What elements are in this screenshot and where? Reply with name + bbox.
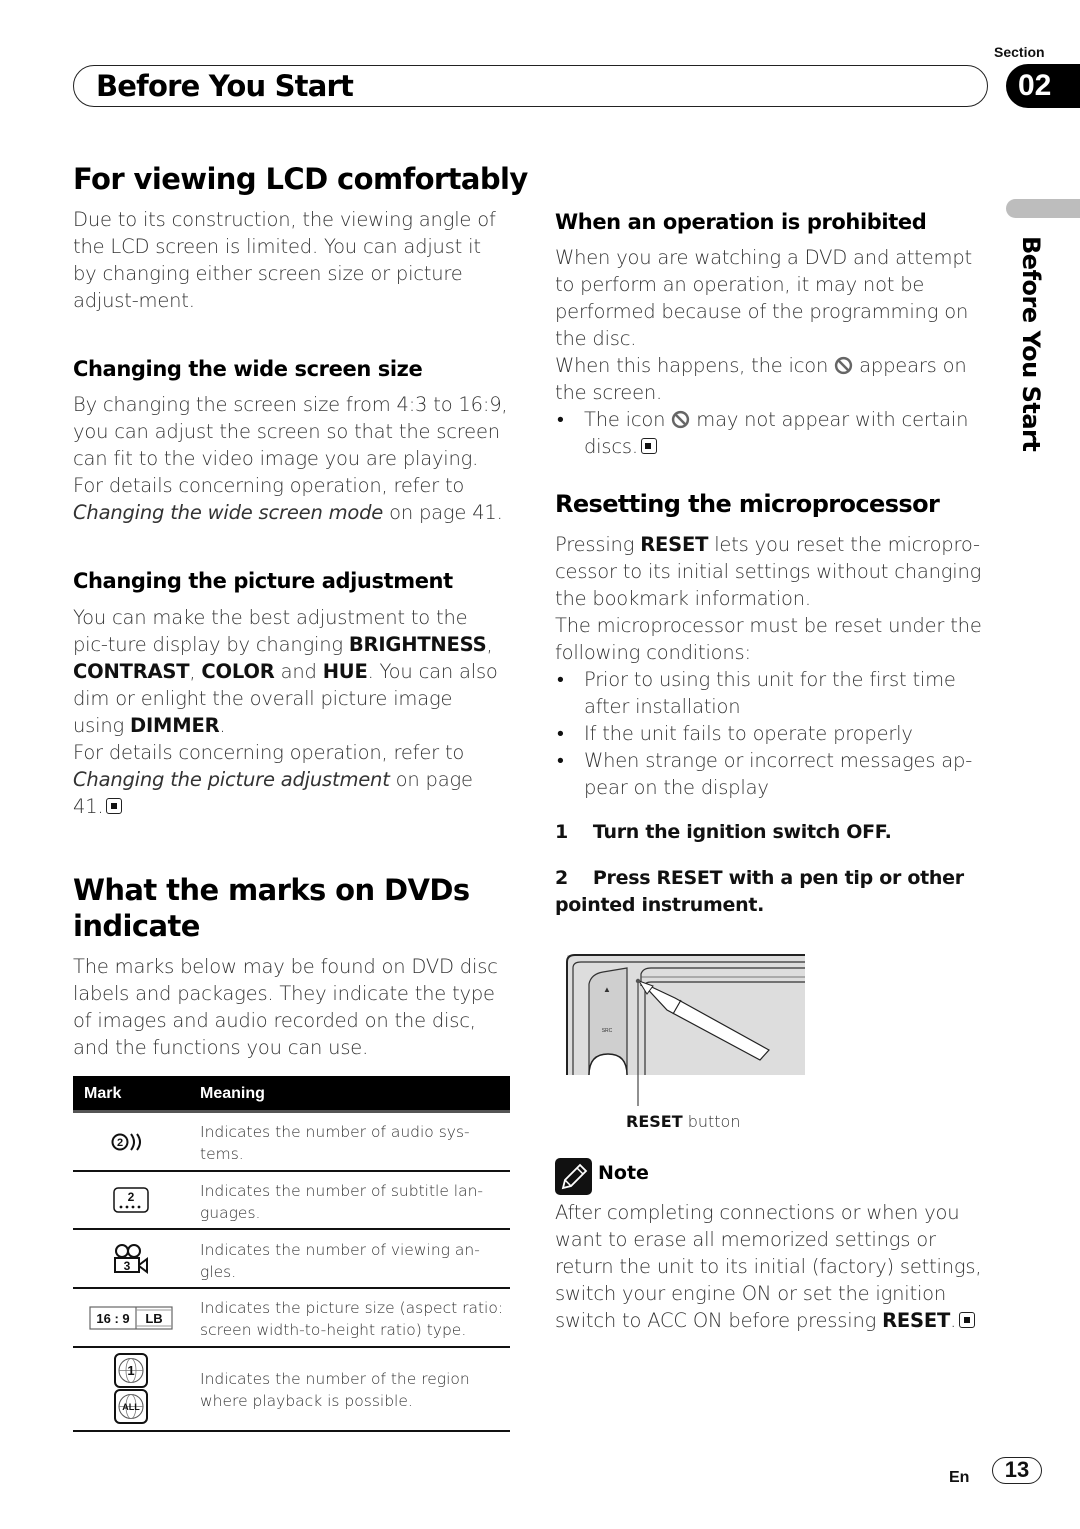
keyword-brightness: BRIGHTNESS	[348, 633, 487, 656]
svg-text:ALL: ALL	[122, 1402, 140, 1412]
list-item: Prior to using this unit for the first t…	[555, 666, 995, 720]
meaning-text: Indicates the number of the region where…	[200, 1370, 470, 1410]
svg-text:▲: ▲	[603, 985, 611, 994]
end-mark-icon	[959, 1312, 976, 1328]
bullet-text: The icon	[584, 408, 672, 431]
caption-bold: RESET	[626, 1112, 683, 1131]
heading-lcd: For viewing LCD comfortably	[73, 162, 528, 196]
caption-text: button	[682, 1112, 741, 1131]
reset-conditions: Prior to using this unit for the first t…	[555, 666, 995, 801]
table-row: 3 Indicates the number of viewing an-gle…	[73, 1230, 510, 1289]
col-mark: Mark	[84, 1085, 122, 1102]
wide-body-text: By changing the screen size from 4:3 to …	[73, 393, 508, 470]
meaning-text: Indicates the number of audio sys-tems.	[200, 1123, 470, 1163]
section-label: Section	[994, 44, 1045, 60]
wide-ref-prefix: For details concerning operation, refer …	[73, 474, 465, 497]
subtitle-languages-icon: 2	[73, 1172, 188, 1228]
table-row: 2 Indicates the number of audio sys-tems…	[73, 1113, 510, 1172]
aspect-ratio-icon: 16 : 9 LB	[73, 1289, 188, 1346]
wide-screen-body: By changing the screen size from 4:3 to …	[73, 391, 508, 526]
dvd-marks-body: The marks below may be found on DVD disc…	[73, 955, 498, 1059]
meaning-text: Indicates the number of viewing an-gles.	[200, 1241, 480, 1281]
side-tab-marker	[1006, 199, 1080, 218]
step-2: 2 Press RESET with a pen tip or other poi…	[555, 865, 975, 919]
keyword-hue: HUE	[322, 660, 368, 683]
table-row: 2 Indicates the number of subtitle lan-g…	[73, 1172, 510, 1230]
prohibited-body: When you are watching a DVD and attempt …	[555, 244, 995, 460]
page-title: Before You Start	[96, 69, 354, 103]
list-item: When strange or incorrect messages ap-pe…	[555, 747, 995, 801]
svg-text:16 : 9: 16 : 9	[96, 1311, 129, 1326]
page-number: 13	[992, 1457, 1042, 1484]
step-number: 2	[555, 867, 568, 889]
keyword-reset: RESET	[882, 1309, 951, 1332]
note-pencil-icon	[555, 1158, 592, 1195]
lcd-body: Due to its construction, the viewing ang…	[73, 208, 496, 312]
end-mark-icon	[640, 438, 657, 454]
picture-ref-link[interactable]: Changing the picture adjustment	[73, 768, 390, 791]
meaning-text: Indicates the picture size (aspect ratio…	[200, 1299, 504, 1339]
svg-text:2: 2	[116, 1137, 122, 1149]
prohibited-text: When you are watching a DVD and attempt …	[555, 246, 972, 350]
heading-prohibited: When an operation is prohibited	[555, 210, 927, 234]
svg-text:SRC: SRC	[602, 1028, 613, 1034]
wide-ref-link[interactable]: Changing the wide screen mode	[73, 501, 383, 524]
step-text: Press RESET with a pen tip or other poin…	[555, 867, 964, 916]
prohibited-bullets: The icon may not appear with certain dis…	[555, 406, 995, 460]
prohibited-icon	[835, 356, 853, 375]
keyword-reset: RESET	[640, 533, 709, 556]
language-label: En	[949, 1469, 970, 1486]
picture-text: ,	[189, 660, 202, 683]
keyword-dimmer: DIMMER	[130, 714, 220, 737]
audio-systems-icon: 2	[73, 1113, 188, 1170]
reset-body: Pressing RESET lets you reset the microp…	[555, 531, 995, 801]
section-number: 02	[1018, 69, 1052, 102]
region-icon: 1 ALL	[73, 1348, 188, 1430]
col-meaning: Meaning	[200, 1085, 265, 1102]
meaning-text: Indicates the number of subtitle lan-gua…	[200, 1182, 484, 1222]
note-body: After completing connections or when you…	[555, 1199, 995, 1334]
reset-text: The microprocessor must be reset under t…	[555, 614, 982, 664]
note-title: Note	[598, 1162, 649, 1184]
table-row: 1 ALL Indicates the number of the region…	[73, 1348, 510, 1432]
heading-reset: Resetting the microprocessor	[555, 490, 940, 518]
picture-text: .	[219, 714, 226, 737]
step-number: 1	[555, 821, 568, 843]
prohibited-text: When this happens, the icon	[555, 354, 835, 377]
marks-table: Mark Meaning 2 Indicates the number of a…	[73, 1076, 510, 1432]
table-row: 16 : 9 LB Indicates the picture size (as…	[73, 1289, 510, 1348]
step-1: 1 Turn the ignition switch OFF.	[555, 819, 995, 846]
keyword-color: COLOR	[201, 660, 275, 683]
step-text: Turn the ignition switch OFF.	[592, 821, 892, 843]
svg-text:LB: LB	[145, 1311, 162, 1326]
prohibited-icon	[672, 410, 690, 429]
table-header: Mark Meaning	[73, 1076, 510, 1113]
heading-wide-screen: Changing the wide screen size	[73, 357, 423, 381]
heading-picture-adjustment: Changing the picture adjustment	[73, 569, 453, 593]
heading-dvd-marks: What the marks on DVDs indicate	[73, 873, 470, 943]
list-item: The icon may not appear with certain dis…	[555, 406, 995, 460]
svg-text:1: 1	[127, 1363, 134, 1378]
picture-text: and	[274, 660, 323, 683]
picture-body: You can make the best adjustment to the …	[73, 604, 508, 820]
picture-text: ,	[486, 633, 493, 656]
reset-text: Pressing	[555, 533, 641, 556]
list-item: If the unit fails to operate properly	[555, 720, 995, 747]
wide-ref-suffix: on page 41.	[383, 501, 503, 524]
picture-ref-prefix: For details concerning operation, refer …	[73, 741, 465, 764]
side-tab-label: Before You Start	[1017, 236, 1045, 452]
keyword-contrast: CONTRAST	[73, 660, 190, 683]
svg-text:3: 3	[123, 1259, 130, 1273]
svg-text:2: 2	[127, 1190, 134, 1204]
end-mark-icon	[106, 798, 123, 814]
figure-caption: RESET button	[626, 1112, 740, 1131]
note-text: .	[950, 1309, 957, 1332]
viewing-angles-icon: 3	[73, 1230, 188, 1287]
